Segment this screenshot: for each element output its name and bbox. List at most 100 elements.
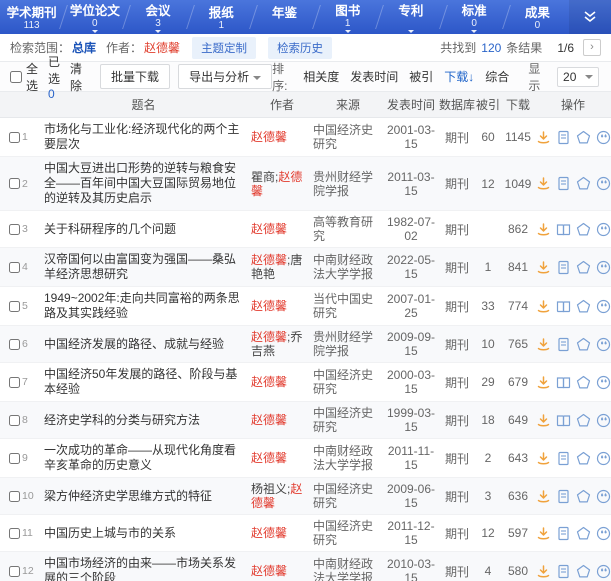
collect-icon[interactable] [576, 260, 591, 275]
article-authors[interactable]: 赵德馨 [251, 564, 313, 578]
collect-icon[interactable] [576, 130, 591, 145]
more-databases-button[interactable] [569, 0, 611, 34]
article-title-link[interactable]: 中国经济发展的路径、成就与经验 [36, 337, 251, 352]
search-history-button[interactable]: 检索历史 [268, 37, 332, 59]
article-source-link[interactable]: 高等教育研究 [313, 215, 383, 243]
author-link-hit[interactable]: 赵德馨 [251, 526, 287, 540]
article-title-link[interactable]: 市场化与工业化:经济现代化的两个主要层次 [36, 122, 251, 152]
article-source-link[interactable]: 中国经济史研究 [313, 123, 383, 151]
scope-value-link[interactable]: 总库 [72, 39, 96, 56]
article-source-link[interactable]: 贵州财经学院学报 [313, 170, 383, 198]
db-tab[interactable]: 学术期刊 113 [0, 0, 63, 34]
article-source-link[interactable]: 中国经济史研究 [313, 406, 383, 434]
cite-icon[interactable] [596, 489, 611, 504]
cite-icon[interactable] [596, 260, 611, 275]
cite-icon[interactable] [596, 451, 611, 466]
author-link-hit[interactable]: 赵德馨 [251, 253, 287, 267]
next-page-button[interactable]: › [583, 39, 601, 56]
clear-selection-button[interactable]: 清除 [70, 60, 82, 94]
cite-icon[interactable] [596, 526, 611, 541]
sort-option[interactable]: 下载↓ [444, 68, 474, 85]
article-authors[interactable]: 赵德馨 [251, 299, 313, 313]
db-tab[interactable]: 标准 0 [443, 0, 506, 34]
download-icon[interactable] [536, 526, 551, 541]
cite-icon[interactable] [596, 375, 611, 390]
collect-icon[interactable] [576, 413, 591, 428]
html-read-icon[interactable] [556, 489, 571, 504]
db-tab[interactable]: 图书 1 [316, 0, 379, 34]
cite-icon[interactable] [596, 413, 611, 428]
row-checkbox[interactable] [9, 301, 20, 312]
row-checkbox[interactable] [9, 491, 20, 502]
topic-customize-button[interactable]: 主题定制 [192, 37, 256, 59]
sort-option[interactable]: 相关度 [303, 68, 339, 85]
article-title-link[interactable]: 中国经济50年发展的路径、阶段与基本经验 [36, 367, 251, 397]
author-link-hit[interactable]: 赵德馨 [251, 564, 287, 578]
select-all-label[interactable]: 全选 [26, 60, 38, 94]
collect-icon[interactable] [576, 451, 591, 466]
article-authors[interactable]: 赵德馨 [251, 222, 313, 236]
article-authors[interactable]: 赵德馨;乔吉燕 [251, 330, 313, 358]
html-read-icon[interactable] [556, 176, 571, 191]
article-title-link[interactable]: 经济史学科的分类与研究方法 [36, 413, 251, 428]
row-checkbox[interactable] [9, 224, 20, 235]
cite-icon[interactable] [596, 299, 611, 314]
html-read-icon[interactable] [556, 337, 571, 352]
download-icon[interactable] [536, 413, 551, 428]
cited-count[interactable]: 12 [475, 177, 501, 191]
article-source-link[interactable]: 中国经济史研究 [313, 519, 383, 547]
cited-count[interactable]: 2 [475, 451, 501, 465]
row-checkbox[interactable] [9, 528, 20, 539]
cited-count[interactable]: 18 [475, 413, 501, 427]
cited-count[interactable]: 10 [475, 337, 501, 351]
row-checkbox[interactable] [9, 377, 20, 388]
article-authors[interactable]: 赵德馨 [251, 526, 313, 540]
article-source-link[interactable]: 中国经济史研究 [313, 482, 383, 510]
author-link[interactable]: 瞿商 [251, 170, 275, 184]
sort-option[interactable]: 综合 [485, 68, 509, 85]
book-read-icon[interactable] [556, 375, 571, 390]
author-link-hit[interactable]: 赵德馨 [251, 375, 287, 389]
collect-icon[interactable] [576, 222, 591, 237]
book-read-icon[interactable] [556, 222, 571, 237]
article-title-link[interactable]: 中国大豆进出口形势的逆转与粮食安全——百年间中国大豆国际贸易地位的逆转及其历史启… [36, 161, 251, 206]
cited-count[interactable]: 29 [475, 375, 501, 389]
db-tab[interactable]: 专利 [379, 0, 442, 34]
author-link-hit[interactable]: 赵德馨 [251, 451, 287, 465]
collect-icon[interactable] [576, 299, 591, 314]
collect-icon[interactable] [576, 176, 591, 191]
download-icon[interactable] [536, 375, 551, 390]
export-analyze-button[interactable]: 导出与分析 [178, 64, 272, 89]
row-checkbox[interactable] [9, 415, 20, 426]
article-authors[interactable]: 杨祖义;赵德馨 [251, 482, 313, 510]
cite-icon[interactable] [596, 176, 611, 191]
article-title-link[interactable]: 中国历史上城与市的关系 [36, 526, 251, 541]
download-icon[interactable] [536, 176, 551, 191]
cited-count[interactable]: 12 [475, 526, 501, 540]
download-icon[interactable] [536, 260, 551, 275]
db-tab[interactable]: 年鉴 [253, 0, 316, 34]
article-title-link[interactable]: 汉帝国何以由富国变为强国——桑弘羊经济思想研究 [36, 252, 251, 282]
download-icon[interactable] [536, 489, 551, 504]
row-checkbox[interactable] [9, 339, 20, 350]
article-authors[interactable]: 赵德馨 [251, 130, 313, 144]
cite-icon[interactable] [596, 564, 611, 579]
cite-icon[interactable] [596, 337, 611, 352]
db-tab[interactable]: 会议 3 [126, 0, 189, 34]
db-tab[interactable]: 成果 0 [506, 0, 569, 34]
download-icon[interactable] [536, 299, 551, 314]
download-icon[interactable] [536, 222, 551, 237]
cited-count[interactable]: 60 [475, 130, 501, 144]
article-authors[interactable]: 赵德馨 [251, 451, 313, 465]
collect-icon[interactable] [576, 564, 591, 579]
download-icon[interactable] [536, 451, 551, 466]
article-title-link[interactable]: 关于科研程序的几个问题 [36, 222, 251, 237]
db-tab[interactable]: 报纸 1 [190, 0, 253, 34]
article-source-link[interactable]: 中国经济史研究 [313, 368, 383, 396]
article-source-link[interactable]: 中南财经政法大学学报 [313, 253, 383, 281]
article-authors[interactable]: 瞿商;赵德馨 [251, 170, 313, 198]
collect-icon[interactable] [576, 337, 591, 352]
download-icon[interactable] [536, 130, 551, 145]
cited-count[interactable]: 4 [475, 564, 501, 578]
article-source-link[interactable]: 贵州财经学院学报 [313, 330, 383, 358]
